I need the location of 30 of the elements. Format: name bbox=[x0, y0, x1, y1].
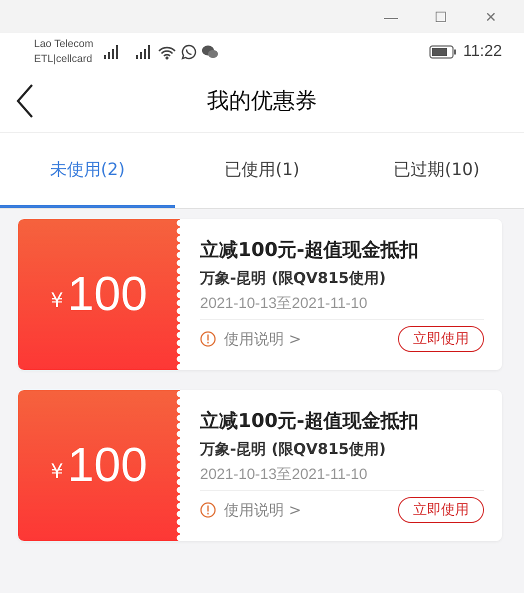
currency-sign: ¥ bbox=[50, 458, 64, 482]
info-icon bbox=[200, 331, 216, 347]
validity-dates: 2021-10-13至2021-11-10 bbox=[200, 294, 484, 320]
battery-icon bbox=[429, 44, 458, 58]
coupon-title: 立减100元-超值现金抵扣 bbox=[200, 238, 420, 263]
usage-info-link[interactable]: 使用说明 > bbox=[224, 330, 302, 348]
page-title: 我的优惠券 bbox=[207, 88, 317, 116]
usage-info-link[interactable]: 使用说明 > bbox=[224, 500, 302, 520]
validity-dates: 2021-10-13至2021-11-10 bbox=[200, 465, 484, 491]
coupon-title: 立减100元-超值现金抵扣 bbox=[200, 409, 420, 434]
info-icon bbox=[200, 502, 216, 518]
back-button[interactable] bbox=[16, 83, 36, 119]
close-button[interactable]: ✕ bbox=[466, 0, 516, 33]
tab[interactable]: 已使用(1) bbox=[174, 133, 350, 208]
maximize-button[interactable]: ☐ bbox=[416, 0, 466, 33]
tab[interactable]: 已过期(10) bbox=[349, 133, 524, 208]
chat-bubble-icon bbox=[181, 44, 198, 60]
carrier-name: Lao Telecom bbox=[34, 36, 94, 52]
tab[interactable]: 未使用(2) bbox=[0, 133, 175, 208]
coupon-route: 万象-昆明 (限QV815使用) bbox=[200, 269, 387, 288]
use-now-button[interactable]: 立即使用 bbox=[398, 326, 484, 352]
minimize-button[interactable]: — bbox=[366, 0, 416, 33]
coupon-amount: 100 bbox=[67, 267, 148, 322]
coupon-amount: 100 bbox=[67, 438, 148, 493]
carrier-name: ETL|cellcard bbox=[34, 52, 94, 66]
chat-bubbles-icon bbox=[201, 44, 220, 60]
currency-sign: ¥ bbox=[50, 288, 64, 312]
coupon-route: 万象-昆明 (限QV815使用) bbox=[200, 440, 387, 459]
use-now-button[interactable]: 立即使用 bbox=[398, 497, 484, 523]
clock-time: 11:22 bbox=[463, 42, 502, 60]
